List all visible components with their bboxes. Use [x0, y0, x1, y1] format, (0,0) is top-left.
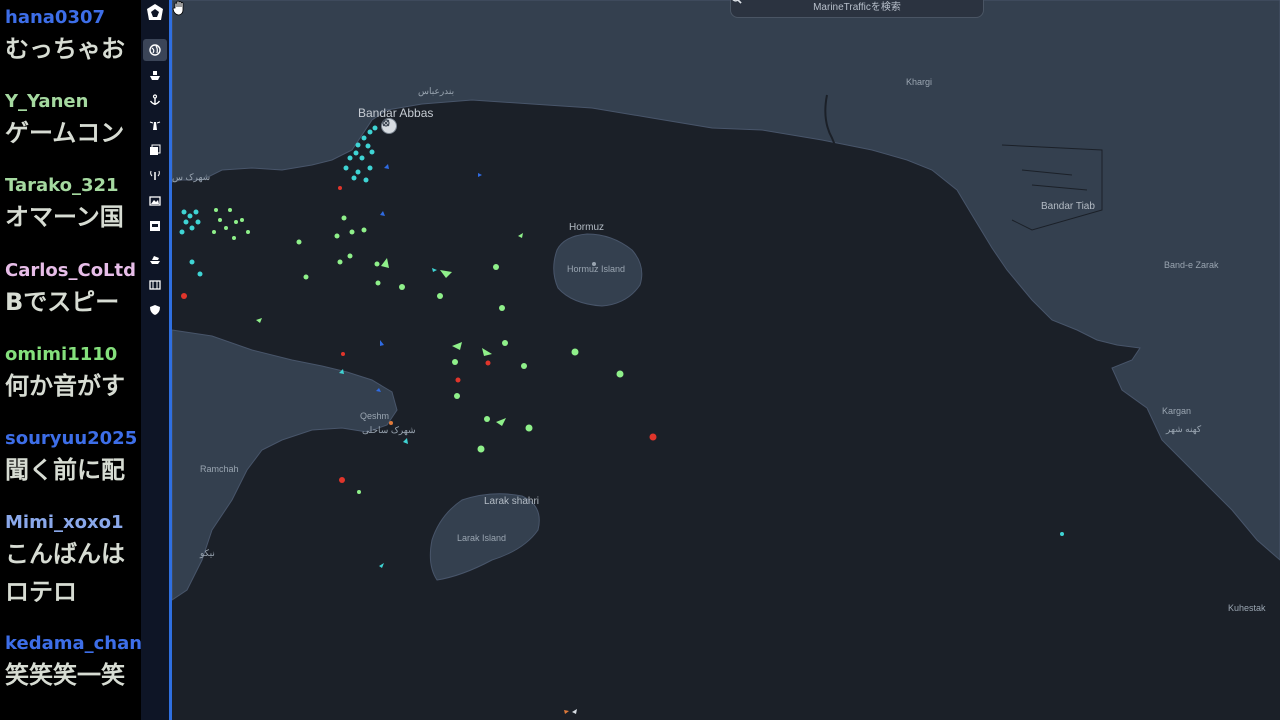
- search-bar[interactable]: MarineTrafficを検索: [730, 0, 984, 18]
- place-label: Hormuz Island: [567, 264, 626, 274]
- ship-icon[interactable]: [143, 64, 167, 86]
- chat-message: Y_Yanen ゲームコン: [5, 90, 141, 152]
- place-label: Larak shahri: [484, 496, 540, 507]
- chat-message: Carlos_CoLtd Bでスピー: [5, 259, 141, 321]
- place-label: Qeshm: [360, 411, 390, 421]
- cruise-icon[interactable]: [143, 248, 167, 270]
- chat-username: souryuu2025: [5, 428, 138, 449]
- place-label: Kuhestak: [1228, 603, 1266, 613]
- chat-text: ロテロ: [5, 578, 77, 606]
- chat-message: souryuu2025 聞く前に配: [5, 427, 141, 489]
- chat-message: kedama_chan 笑笑笑一笑: [5, 632, 141, 694]
- chat-text: 笑笑笑一笑: [5, 661, 125, 689]
- chat-message: Mimi_xoxo1 こんばんは ロテロ: [5, 511, 141, 611]
- chat-message: hana0307 むっちゃお: [5, 6, 141, 68]
- ship-list-icon[interactable]: [143, 215, 167, 237]
- place-label: نیکو: [200, 548, 215, 558]
- place-label: Larak Island: [457, 533, 507, 543]
- chat-username: Carlos_CoLtd: [5, 260, 137, 281]
- chat-text: オマーン国: [5, 203, 124, 231]
- place-label: Khargi: [906, 77, 933, 87]
- chat-text: こんばんは: [5, 540, 125, 568]
- search-icon: [732, 0, 742, 4]
- chat-message: omimi1110 何か音がす: [5, 343, 141, 405]
- place-label: Band-e Zarak: [1164, 260, 1219, 270]
- port-marker[interactable]: [381, 118, 397, 134]
- chat-text: 聞く前に配: [5, 456, 125, 484]
- chat-overlay: hana0307 むっちゃお Y_Yanen ゲームコン Tarako_321 …: [0, 0, 141, 720]
- place-label: بندرعباس: [418, 86, 455, 96]
- search-input[interactable]: MarineTrafficを検索: [813, 0, 901, 13]
- antenna-icon[interactable]: [143, 164, 167, 186]
- lighthouse-icon[interactable]: [143, 114, 167, 136]
- layers-icon[interactable]: [143, 139, 167, 161]
- left-toolbar: [141, 0, 169, 720]
- chat-username: omimi1110: [5, 344, 118, 365]
- place-label: Ramchah: [200, 464, 239, 474]
- chat-text: Bでスピー: [5, 288, 120, 316]
- table-icon[interactable]: [143, 274, 167, 296]
- chat-username: Mimi_xoxo1: [5, 512, 124, 533]
- port-icon: [382, 119, 390, 127]
- place-label: شهرک ساحلی: [362, 425, 416, 435]
- chat-username: Tarako_321: [5, 175, 119, 196]
- chat-username: hana0307: [5, 7, 106, 28]
- chat-text: むっちゃお: [5, 35, 125, 63]
- chat-text: ゲームコン: [5, 119, 125, 147]
- gallery-icon[interactable]: [143, 190, 167, 212]
- shield-icon[interactable]: [143, 299, 167, 321]
- place-label: کهنه شهر: [1166, 424, 1202, 434]
- hand-cursor-icon: [172, 0, 184, 16]
- chat-text: 何か音がす: [5, 372, 125, 400]
- globe-icon[interactable]: [143, 39, 167, 61]
- place-label: Kargan: [1162, 406, 1192, 416]
- chat-message: Tarako_321 オマーン国: [5, 174, 141, 236]
- logo-icon[interactable]: [143, 2, 167, 24]
- place-label: شهرک س: [172, 172, 211, 182]
- chat-username: Y_Yanen: [5, 91, 89, 112]
- place-label: Hormuz: [569, 222, 605, 233]
- anchor-icon[interactable]: [143, 89, 167, 111]
- map-svg: [172, 0, 1280, 720]
- map-canvas[interactable]: Khargi Bandar Abbas بندرعباس شهرک س Horm…: [172, 0, 1280, 720]
- place-label: Bandar Abbas: [358, 106, 434, 120]
- chat-username: kedama_chan: [5, 633, 141, 654]
- place-label: Bandar Tiab: [1041, 201, 1095, 212]
